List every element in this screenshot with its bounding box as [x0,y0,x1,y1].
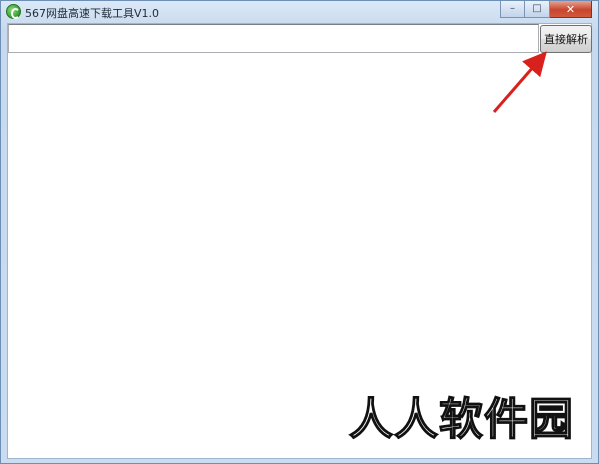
app-logo-icon[interactable] [6,4,21,19]
url-input[interactable] [8,24,539,53]
window-controls: – □ ✕ [500,1,592,18]
maximize-icon: □ [532,3,542,14]
maximize-button[interactable]: □ [525,1,550,18]
close-button[interactable]: ✕ [550,1,592,18]
close-icon: ✕ [565,2,576,16]
parse-button[interactable]: 直接解析 [540,25,592,53]
watermark-text: 人人软件园 [348,394,574,445]
title-bar[interactable]: 567网盘高速下载工具V1.0 – □ ✕ [1,1,598,23]
minimize-button[interactable]: – [500,1,525,18]
minimize-icon: – [510,3,515,14]
window-title: 567网盘高速下载工具V1.0 [25,7,160,20]
